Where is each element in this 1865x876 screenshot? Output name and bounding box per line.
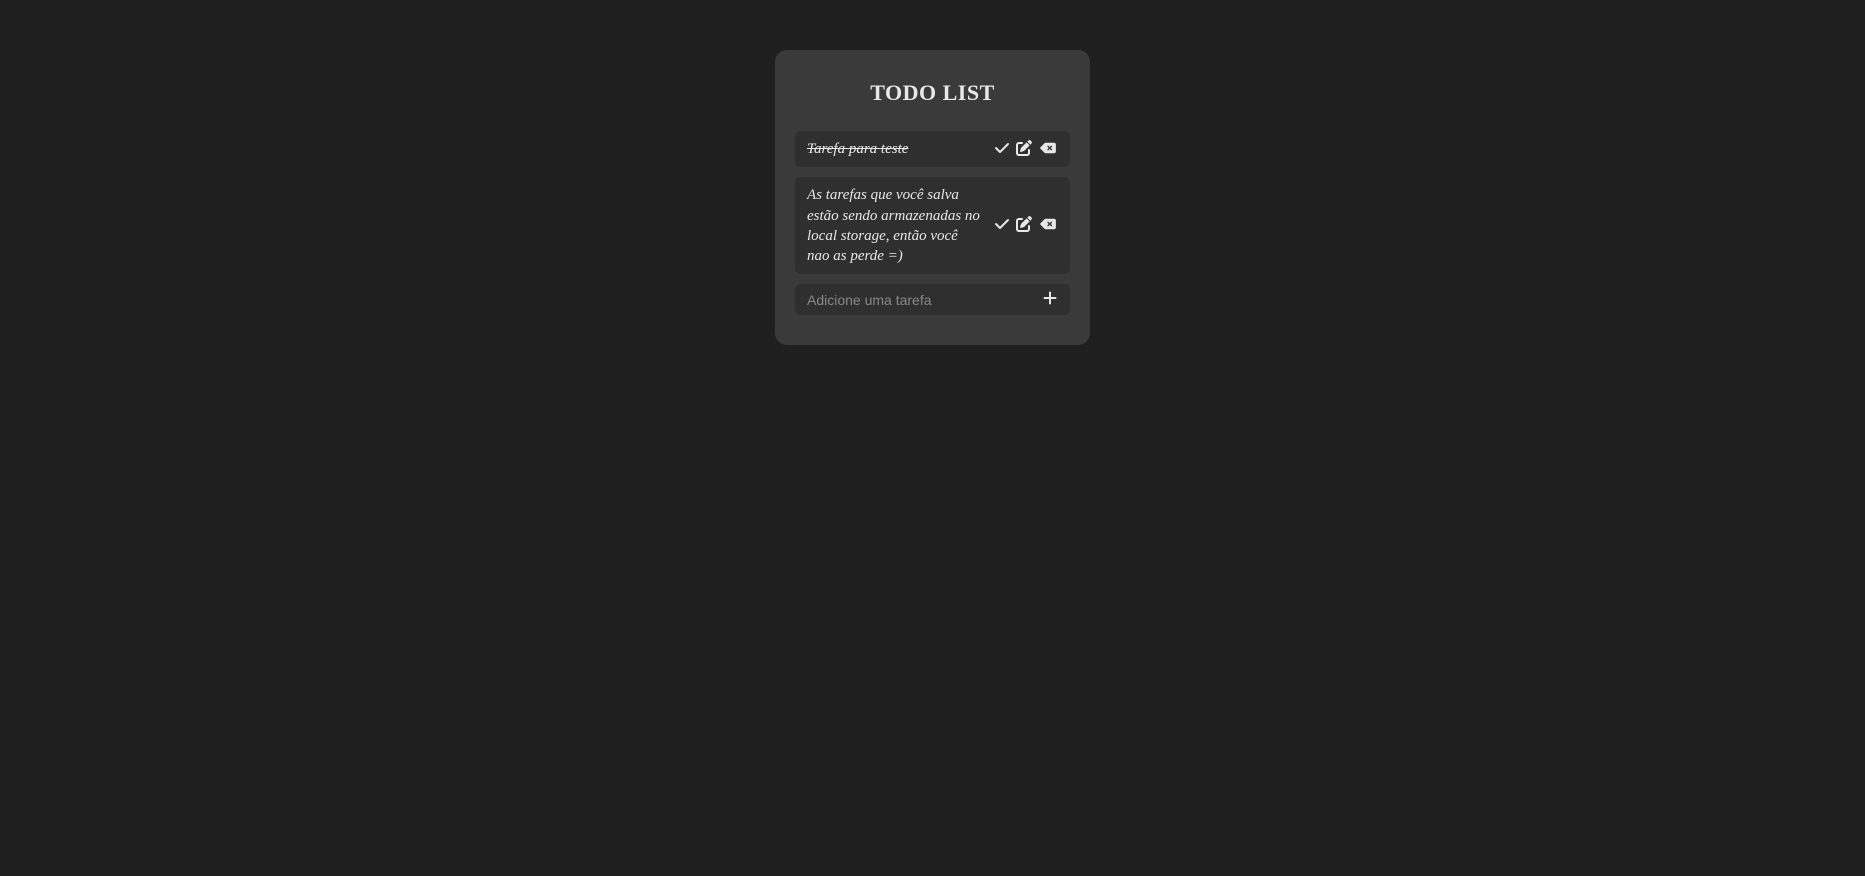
task-actions	[994, 140, 1058, 159]
task-text: Tarefa para teste	[807, 139, 984, 159]
add-task-button[interactable]	[1042, 290, 1058, 309]
edit-button[interactable]	[1016, 216, 1032, 235]
delete-icon	[1038, 141, 1058, 158]
add-task-input[interactable]	[807, 292, 1032, 308]
add-task-row	[795, 284, 1070, 315]
edit-icon	[1016, 140, 1032, 159]
edit-icon	[1016, 216, 1032, 235]
delete-icon	[1038, 217, 1058, 234]
task-item: Tarefa para teste	[795, 131, 1070, 167]
task-list: Tarefa para teste	[795, 131, 1070, 274]
todo-card: TODO LIST Tarefa para teste	[775, 50, 1090, 345]
delete-button[interactable]	[1038, 217, 1058, 234]
task-item: As tarefas que você salva estão sendo ar…	[795, 177, 1070, 274]
delete-button[interactable]	[1038, 141, 1058, 158]
edit-button[interactable]	[1016, 140, 1032, 159]
complete-button[interactable]	[994, 140, 1010, 159]
check-icon	[994, 140, 1010, 159]
check-icon	[994, 216, 1010, 235]
task-actions	[994, 216, 1058, 235]
plus-icon	[1042, 290, 1058, 309]
complete-button[interactable]	[994, 216, 1010, 235]
task-text: As tarefas que você salva estão sendo ar…	[807, 185, 984, 266]
page-title: TODO LIST	[795, 80, 1070, 106]
